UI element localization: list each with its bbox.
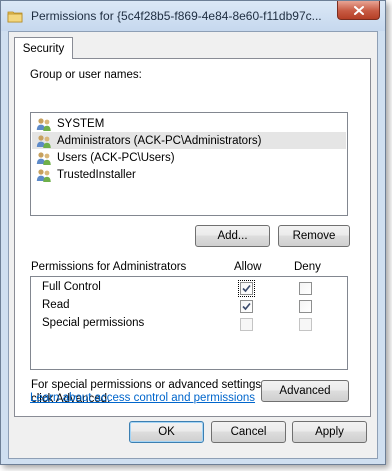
apply-button[interactable]: Apply (292, 421, 367, 443)
access-control-help-link[interactable]: Learn about access control and permissio… (30, 392, 255, 404)
list-item-label: SYSTEM (57, 117, 105, 130)
read-allow-checkbox[interactable] (240, 300, 253, 313)
tab-security[interactable]: Security (14, 37, 73, 59)
table-row: Special permissions (31, 315, 347, 333)
window-title: Permissions for {5c4f28b5-f869-4e84-8e60… (31, 9, 322, 23)
folder-icon (7, 11, 23, 23)
special-deny-checkbox (299, 318, 312, 331)
special-allow-checkbox (240, 318, 253, 331)
permission-name: Read (42, 299, 70, 311)
permissions-table: Full Control Read Special permissions (30, 276, 348, 370)
remove-button[interactable]: Remove (278, 225, 350, 247)
deny-column-header: Deny (294, 261, 321, 273)
users-group-icon (36, 134, 51, 148)
group-names-label: Group or user names: (30, 69, 142, 81)
permissions-header: Permissions for Administrators (31, 261, 187, 273)
checkmark-icon (242, 302, 251, 311)
read-deny-checkbox[interactable] (299, 300, 312, 313)
ok-button[interactable]: OK (129, 421, 204, 443)
advanced-button[interactable]: Advanced (261, 380, 349, 402)
group-user-list[interactable]: SYSTEM Administrators (ACK-PC\Administra… (30, 112, 348, 216)
table-row: Full Control (31, 279, 347, 297)
list-item-label: Users (ACK-PC\Users) (57, 151, 175, 164)
close-icon (353, 5, 364, 15)
security-tab-panel: Group or user names: SYSTEM Administrato… (14, 58, 371, 417)
checkmark-icon (242, 284, 251, 293)
advanced-hint-line1: For special permissions or advanced sett… (31, 379, 265, 391)
list-item-label: Administrators (ACK-PC\Administrators) (57, 134, 262, 147)
title-bar[interactable]: Permissions for {5c4f28b5-f869-4e84-8e60… (1, 1, 385, 31)
permission-name: Full Control (42, 281, 101, 293)
full-control-allow-checkbox[interactable] (238, 280, 255, 297)
full-control-deny-checkbox[interactable] (299, 282, 312, 295)
list-item[interactable]: Administrators (ACK-PC\Administrators) (32, 132, 346, 149)
list-item[interactable]: Users (ACK-PC\Users) (32, 149, 346, 166)
users-group-icon (36, 117, 51, 131)
close-button[interactable] (337, 1, 380, 20)
permissions-dialog: Permissions for {5c4f28b5-f869-4e84-8e60… (0, 0, 386, 465)
users-group-icon (36, 168, 51, 182)
table-row: Read (31, 297, 347, 315)
allow-column-header: Allow (234, 261, 262, 273)
list-item[interactable]: TrustedInstaller (32, 166, 346, 183)
cancel-button[interactable]: Cancel (211, 421, 286, 443)
permission-name: Special permissions (42, 317, 145, 329)
list-item[interactable]: SYSTEM (32, 115, 346, 132)
add-button[interactable]: Add... (195, 225, 270, 247)
users-group-icon (36, 151, 51, 165)
dialog-client-area: Security Group or user names: SYSTEM Adm… (8, 31, 378, 459)
list-item-label: TrustedInstaller (57, 168, 136, 181)
